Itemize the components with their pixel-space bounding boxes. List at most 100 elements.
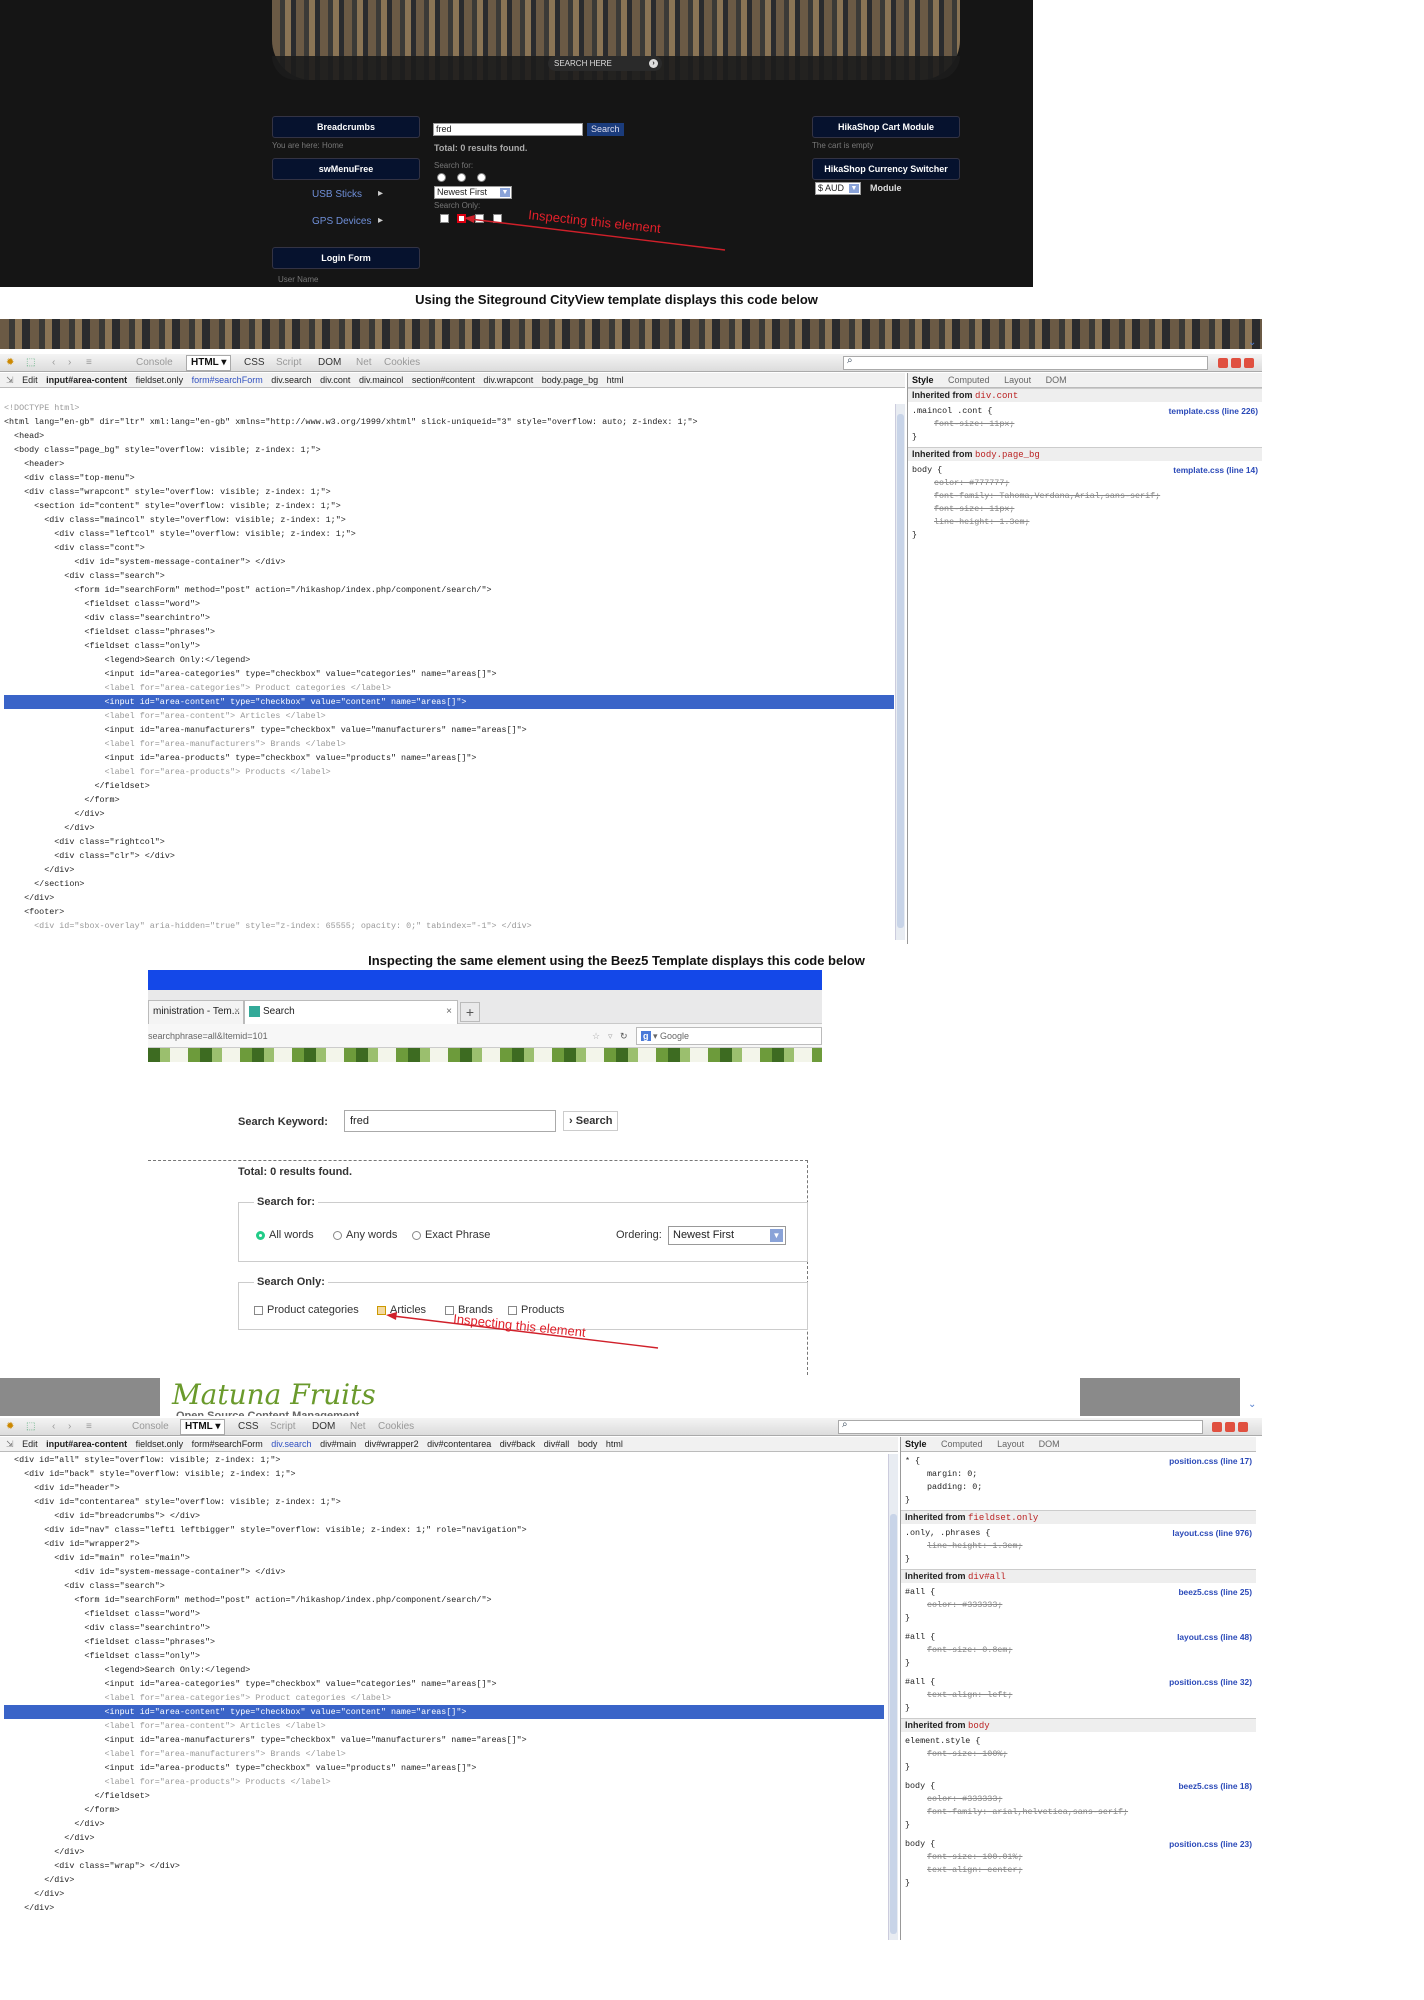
css-property[interactable]: font-family: Tahoma,Verdana,Arial,sans-s… bbox=[912, 490, 1258, 503]
tab-html[interactable]: HTML ▾ bbox=[186, 355, 232, 371]
code-line[interactable]: <form id="searchForm" method="post" acti… bbox=[4, 1593, 884, 1607]
menu-item-usb-sticks[interactable]: USB Sticks bbox=[312, 189, 362, 200]
css-property[interactable]: color: #333333; bbox=[905, 1599, 1252, 1612]
close-icon[interactable] bbox=[1244, 358, 1254, 368]
radio-any-words[interactable] bbox=[333, 1231, 342, 1240]
tab-console[interactable]: Console bbox=[132, 1421, 169, 1432]
code-line[interactable]: </div> bbox=[4, 1901, 884, 1915]
crumb-item[interactable]: div.wrapcont bbox=[483, 375, 533, 385]
currency-select[interactable]: $ AUD ▼ bbox=[815, 182, 861, 195]
css-rule[interactable]: body {template.css (line 14) color: #7777… bbox=[908, 461, 1262, 545]
crumb-item[interactable]: fieldset.only bbox=[136, 375, 184, 385]
css-rule[interactable]: #all {layout.css (line 48) font-size: 0.8… bbox=[901, 1628, 1256, 1673]
tab-dom[interactable]: DOM bbox=[1046, 375, 1067, 385]
close-icon[interactable]: × bbox=[446, 1001, 452, 1023]
edit-button[interactable]: Edit bbox=[22, 1439, 38, 1449]
browser-tab-admin[interactable]: ministration - Tem... × bbox=[148, 1000, 244, 1024]
code-line[interactable]: <html lang="en-gb" dir="ltr" xml:lang="e… bbox=[4, 415, 894, 429]
code-line[interactable]: </section> bbox=[4, 877, 894, 891]
firebug-bug-icon[interactable]: ✹ bbox=[6, 357, 14, 368]
chevron-down-icon[interactable]: ▿ bbox=[608, 1024, 613, 1048]
code-line[interactable]: <footer> bbox=[4, 905, 894, 919]
scrollbar[interactable] bbox=[895, 404, 905, 940]
tab-css[interactable]: CSS bbox=[244, 357, 265, 368]
crumb-item[interactable]: fieldset.only bbox=[136, 1439, 184, 1449]
crumb-item[interactable]: html bbox=[607, 375, 624, 385]
tab-dom[interactable]: DOM bbox=[312, 1421, 335, 1432]
code-line[interactable]: <div class="rightcol"> bbox=[4, 835, 894, 849]
code-line[interactable]: <label for="area-categories"> Product ca… bbox=[4, 681, 894, 695]
tab-script[interactable]: Script bbox=[276, 357, 302, 368]
firebug-search-input[interactable]: ⌕ bbox=[838, 1419, 1203, 1434]
css-property[interactable]: color: #333333; bbox=[905, 1793, 1252, 1806]
code-line[interactable]: <!DOCTYPE html> bbox=[4, 401, 894, 415]
edit-button[interactable]: Edit bbox=[22, 375, 38, 385]
search-button[interactable]: › Search bbox=[563, 1111, 619, 1131]
css-rule[interactable]: * {position.css (line 17) margin: 0; paddi… bbox=[901, 1452, 1256, 1510]
code-line[interactable]: <div class="wrap"> </div> bbox=[4, 1859, 884, 1873]
expand-icon[interactable]: ⇲ bbox=[6, 1439, 14, 1449]
keyword-input[interactable]: fred bbox=[344, 1110, 556, 1132]
code-line[interactable]: <div class="clr"> </div> bbox=[4, 849, 894, 863]
inspect-icon[interactable]: ⬚ bbox=[26, 357, 35, 368]
code-line[interactable]: <div id="main" role="main"> bbox=[4, 1551, 884, 1565]
code-line[interactable]: <div class="leftcol" style="overflow: vi… bbox=[4, 527, 894, 541]
tab-cookies[interactable]: Cookies bbox=[378, 1421, 414, 1432]
code-line[interactable]: <div class="search"> bbox=[4, 569, 894, 583]
code-line[interactable]: <head> bbox=[4, 429, 894, 443]
ordering-select[interactable]: Newest First ▼ bbox=[434, 186, 512, 199]
code-line[interactable]: <div id="contentarea" style="overflow: v… bbox=[4, 1495, 884, 1509]
code-line[interactable]: <label for="area-manufacturers"> Brands … bbox=[4, 1747, 884, 1761]
tab-style[interactable]: Style bbox=[905, 1439, 927, 1449]
code-line[interactable]: <div id="system-message-container"> </di… bbox=[4, 1565, 884, 1579]
crumb-item[interactable]: div.cont bbox=[320, 375, 350, 385]
code-line[interactable]: </div> bbox=[4, 821, 894, 835]
code-line[interactable]: </form> bbox=[4, 793, 894, 807]
code-line[interactable]: <fieldset class="word"> bbox=[4, 1607, 884, 1621]
code-line[interactable]: </div> bbox=[4, 1845, 884, 1859]
tab-net[interactable]: Net bbox=[350, 1421, 366, 1432]
crumb-item[interactable]: div#all bbox=[544, 1439, 570, 1449]
new-tab-button[interactable]: + bbox=[460, 1002, 480, 1022]
code-line[interactable]: <fieldset class="only"> bbox=[4, 639, 894, 653]
tab-computed[interactable]: Computed bbox=[941, 1439, 983, 1449]
code-line[interactable]: <div id="sbox-overlay" aria-hidden="true… bbox=[4, 919, 894, 933]
radio-all-words[interactable] bbox=[256, 1231, 265, 1240]
css-property[interactable]: margin: 0; bbox=[905, 1468, 1252, 1481]
crumb-item[interactable]: form#searchForm bbox=[192, 1439, 263, 1449]
list-icon[interactable]: ≡ bbox=[86, 1421, 92, 1432]
code-line[interactable]: <body class="page_bg" style="overflow: v… bbox=[4, 443, 894, 457]
code-line[interactable]: <div class="search"> bbox=[4, 1579, 884, 1593]
crumb-item[interactable]: section#content bbox=[412, 375, 475, 385]
code-line[interactable]: <input id="area-categories" type="checkb… bbox=[4, 667, 894, 681]
tab-net[interactable]: Net bbox=[356, 357, 372, 368]
firebug-search-input[interactable]: ⌕ bbox=[843, 355, 1208, 370]
css-property[interactable]: font-size: 100%; bbox=[905, 1748, 1252, 1761]
css-rule[interactable]: body {position.css (line 23) font-size: 1… bbox=[901, 1835, 1256, 1893]
code-line[interactable]: </fieldset> bbox=[4, 779, 894, 793]
code-line[interactable]: <legend>Search Only:</legend> bbox=[4, 653, 894, 667]
expand-icon[interactable]: ⇲ bbox=[6, 375, 14, 385]
crumb-item[interactable]: input#area-content bbox=[46, 1439, 127, 1449]
code-line[interactable]: </div> bbox=[4, 1873, 884, 1887]
address-bar[interactable]: searchphrase=all&Itemid=101 ☆ ▿ ↻ g ▾ Go… bbox=[148, 1024, 822, 1048]
tab-script[interactable]: Script bbox=[270, 1421, 296, 1432]
code-line[interactable]: </form> bbox=[4, 1803, 884, 1817]
code-line[interactable]: <div id="back" style="overflow: visible;… bbox=[4, 1467, 884, 1481]
crumb-item[interactable]: html bbox=[606, 1439, 623, 1449]
close-icon[interactable]: × bbox=[234, 1001, 240, 1023]
code-line[interactable]: <label for="area-content"> Articles </la… bbox=[4, 709, 894, 723]
tab-dom[interactable]: DOM bbox=[318, 357, 341, 368]
firebug-bug-icon[interactable]: ✹ bbox=[6, 1421, 14, 1432]
code-line[interactable]: <label for="area-manufacturers"> Brands … bbox=[4, 737, 894, 751]
forward-arrow-icon[interactable]: › bbox=[68, 357, 71, 368]
css-property[interactable]: text-align: center; bbox=[905, 1864, 1252, 1877]
scrollbar[interactable] bbox=[888, 1454, 898, 1940]
code-line[interactable]: <div class="cont"> bbox=[4, 541, 894, 555]
css-source-link[interactable]: template.css (line 14) bbox=[1173, 464, 1258, 477]
code-line[interactable]: <section id="content" style="overflow: v… bbox=[4, 499, 894, 513]
tab-cookies[interactable]: Cookies bbox=[384, 357, 420, 368]
css-property[interactable]: text-align: left; bbox=[905, 1689, 1252, 1702]
back-arrow-icon[interactable]: ‹ bbox=[52, 1421, 55, 1432]
tab-style[interactable]: Style bbox=[912, 375, 934, 385]
